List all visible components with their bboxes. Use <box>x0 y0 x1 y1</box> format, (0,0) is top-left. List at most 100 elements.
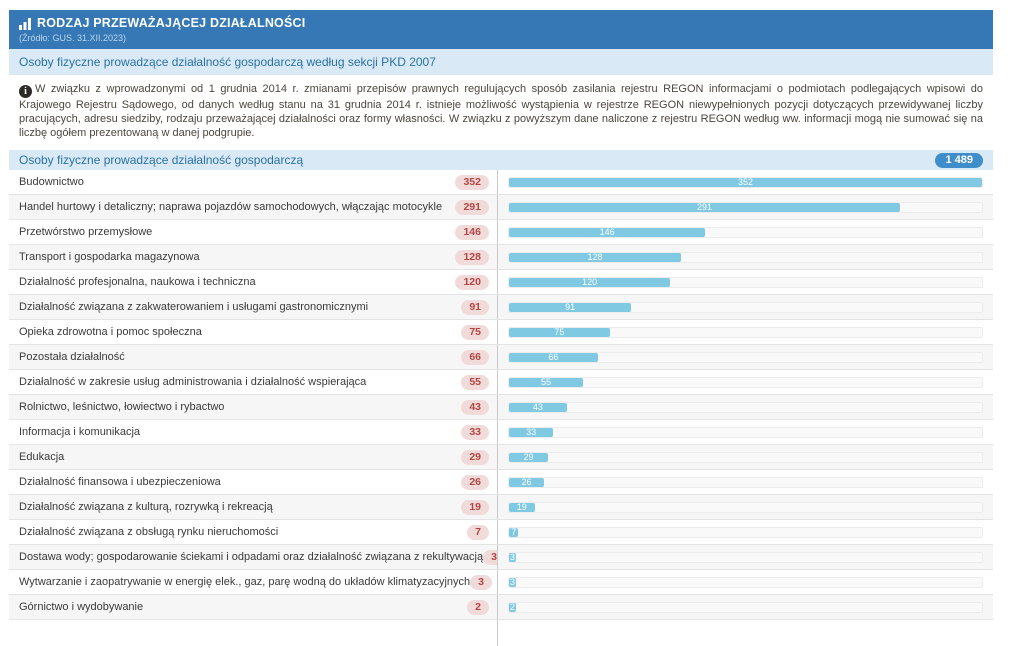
row-chart-cell: 43 <box>497 395 993 419</box>
row-label: Działalność finansowa i ubezpieczeniowa <box>19 476 221 488</box>
row-value-badge: 2 <box>467 600 489 615</box>
bar-track: 146 <box>508 227 983 238</box>
row-label: Informacja i komunikacja <box>19 426 140 438</box>
row-label: Przetwórstwo przemysłowe <box>19 226 152 238</box>
bar-track: 352 <box>508 177 983 188</box>
table-row: Rolnictwo, leśnictwo, łowiectwo i rybact… <box>9 395 993 420</box>
row-chart-cell: 75 <box>497 320 993 344</box>
bar-value-label: 120 <box>509 278 670 287</box>
bar: 91 <box>509 303 631 312</box>
bar: 29 <box>509 453 548 462</box>
table-row: Informacja i komunikacja 33 33 <box>9 420 993 445</box>
bar-track: 43 <box>508 402 983 413</box>
bar-value-label: 2 <box>509 603 516 612</box>
row-label: Pozostała działalność <box>19 351 125 363</box>
bar-track: 3 <box>508 577 983 588</box>
table-row: Działalność związana z obsługą rynku nie… <box>9 520 993 545</box>
row-label-cell: Działalność związana z kulturą, rozrywką… <box>9 495 497 519</box>
row-label: Wytwarzanie i zaopatrywanie w energię el… <box>19 576 470 588</box>
bar: 352 <box>509 178 982 187</box>
bar: 3 <box>509 578 516 587</box>
table-row: Działalność związana z kulturą, rozrywką… <box>9 495 993 520</box>
subtitle-band: Osoby fizyczne prowadzące działalność go… <box>9 49 993 75</box>
row-label-cell: Przetwórstwo przemysłowe 146 <box>9 220 497 244</box>
row-chart-cell: 291 <box>497 195 993 219</box>
row-label: Działalność w zakresie usług administrow… <box>19 376 366 388</box>
row-label: Transport i gospodarka magazynowa <box>19 251 200 263</box>
bar: 3 <box>509 553 516 562</box>
bar: 75 <box>509 328 610 337</box>
table-row: Edukacja 29 29 <box>9 445 993 470</box>
row-chart-cell: 66 <box>497 345 993 369</box>
row-value-badge: 128 <box>455 250 489 265</box>
bar-track: 3 <box>508 552 983 563</box>
row-label-cell: Wytwarzanie i zaopatrywanie w energię el… <box>9 570 497 594</box>
table-row: Pozostała działalność 66 66 <box>9 345 993 370</box>
table-row: Działalność związana z zakwaterowaniem i… <box>9 295 993 320</box>
bar-value-label: 43 <box>509 403 567 412</box>
row-label-cell: Handel hurtowy i detaliczny; naprawa poj… <box>9 195 497 219</box>
row-value-badge: 33 <box>461 425 489 440</box>
bar-track: 91 <box>508 302 983 313</box>
bar: 291 <box>509 203 900 212</box>
section-title: Osoby fizyczne prowadzące działalność go… <box>19 153 303 167</box>
tail-label-cell <box>9 620 497 646</box>
bar: 120 <box>509 278 670 287</box>
bar: 33 <box>509 428 553 437</box>
info-icon: i <box>19 85 32 98</box>
row-chart-cell: 33 <box>497 420 993 444</box>
bar-track: 19 <box>508 502 983 513</box>
section-header: Osoby fizyczne prowadzące działalność go… <box>9 150 993 170</box>
bar-value-label: 3 <box>509 553 516 562</box>
row-chart-cell: 352 <box>497 170 993 194</box>
bar-chart-icon <box>19 18 32 30</box>
row-value-badge: 43 <box>461 400 489 415</box>
bar-value-label: 19 <box>509 503 535 512</box>
row-label-cell: Działalność finansowa i ubezpieczeniowa … <box>9 470 497 494</box>
table-row: Transport i gospodarka magazynowa 128 12… <box>9 245 993 270</box>
bar-track: 26 <box>508 477 983 488</box>
row-chart-cell: 3 <box>497 570 993 594</box>
activity-table: Budownictwo 352 352 Handel hurtowy i det… <box>9 170 993 620</box>
bar-track: 29 <box>508 452 983 463</box>
bar-track: 291 <box>508 202 983 213</box>
row-chart-cell: 91 <box>497 295 993 319</box>
table-tail <box>9 620 993 646</box>
bar-value-label: 26 <box>509 478 544 487</box>
row-value-badge: 19 <box>461 500 489 515</box>
row-label-cell: Budownictwo 352 <box>9 170 497 194</box>
row-chart-cell: 128 <box>497 245 993 269</box>
row-label: Działalność związana z kulturą, rozrywką… <box>19 501 273 513</box>
row-label: Działalność związana z zakwaterowaniem i… <box>19 301 368 313</box>
row-label-cell: Transport i gospodarka magazynowa 128 <box>9 245 497 269</box>
row-label: Działalność związana z obsługą rynku nie… <box>19 526 278 538</box>
section-total-badge: 1 489 <box>935 153 983 168</box>
table-row: Działalność profesjonalna, naukowa i tec… <box>9 270 993 295</box>
bar-track: 2 <box>508 602 983 613</box>
tail-chart-cell <box>497 620 993 646</box>
bar-value-label: 3 <box>509 578 516 587</box>
bar-value-label: 29 <box>509 453 548 462</box>
bar-value-label: 66 <box>509 353 598 362</box>
row-chart-cell: 26 <box>497 470 993 494</box>
row-chart-cell: 3 <box>497 545 993 569</box>
row-value-badge: 29 <box>461 450 489 465</box>
row-value-badge: 66 <box>461 350 489 365</box>
row-label: Budownictwo <box>19 176 84 188</box>
bar: 66 <box>509 353 598 362</box>
row-value-badge: 291 <box>455 200 489 215</box>
table-row: Działalność finansowa i ubezpieczeniowa … <box>9 470 993 495</box>
row-value-badge: 55 <box>461 375 489 390</box>
panel-header: RODZAJ PRZEWAŻAJĄCEJ DZIAŁALNOŚCI (Źródł… <box>9 10 993 49</box>
row-chart-cell: 55 <box>497 370 993 394</box>
bar-value-label: 91 <box>509 303 631 312</box>
row-label-cell: Rolnictwo, leśnictwo, łowiectwo i rybact… <box>9 395 497 419</box>
bar-track: 128 <box>508 252 983 263</box>
panel-source: (Źródło: GUS. 31.XII.2023) <box>19 33 983 43</box>
table-row: Dostawa wody; gospodarowanie ściekami i … <box>9 545 993 570</box>
row-chart-cell: 29 <box>497 445 993 469</box>
bar: 55 <box>509 378 583 387</box>
row-label-cell: Górnictwo i wydobywanie 2 <box>9 595 497 619</box>
bar-track: 33 <box>508 427 983 438</box>
bar-track: 66 <box>508 352 983 363</box>
